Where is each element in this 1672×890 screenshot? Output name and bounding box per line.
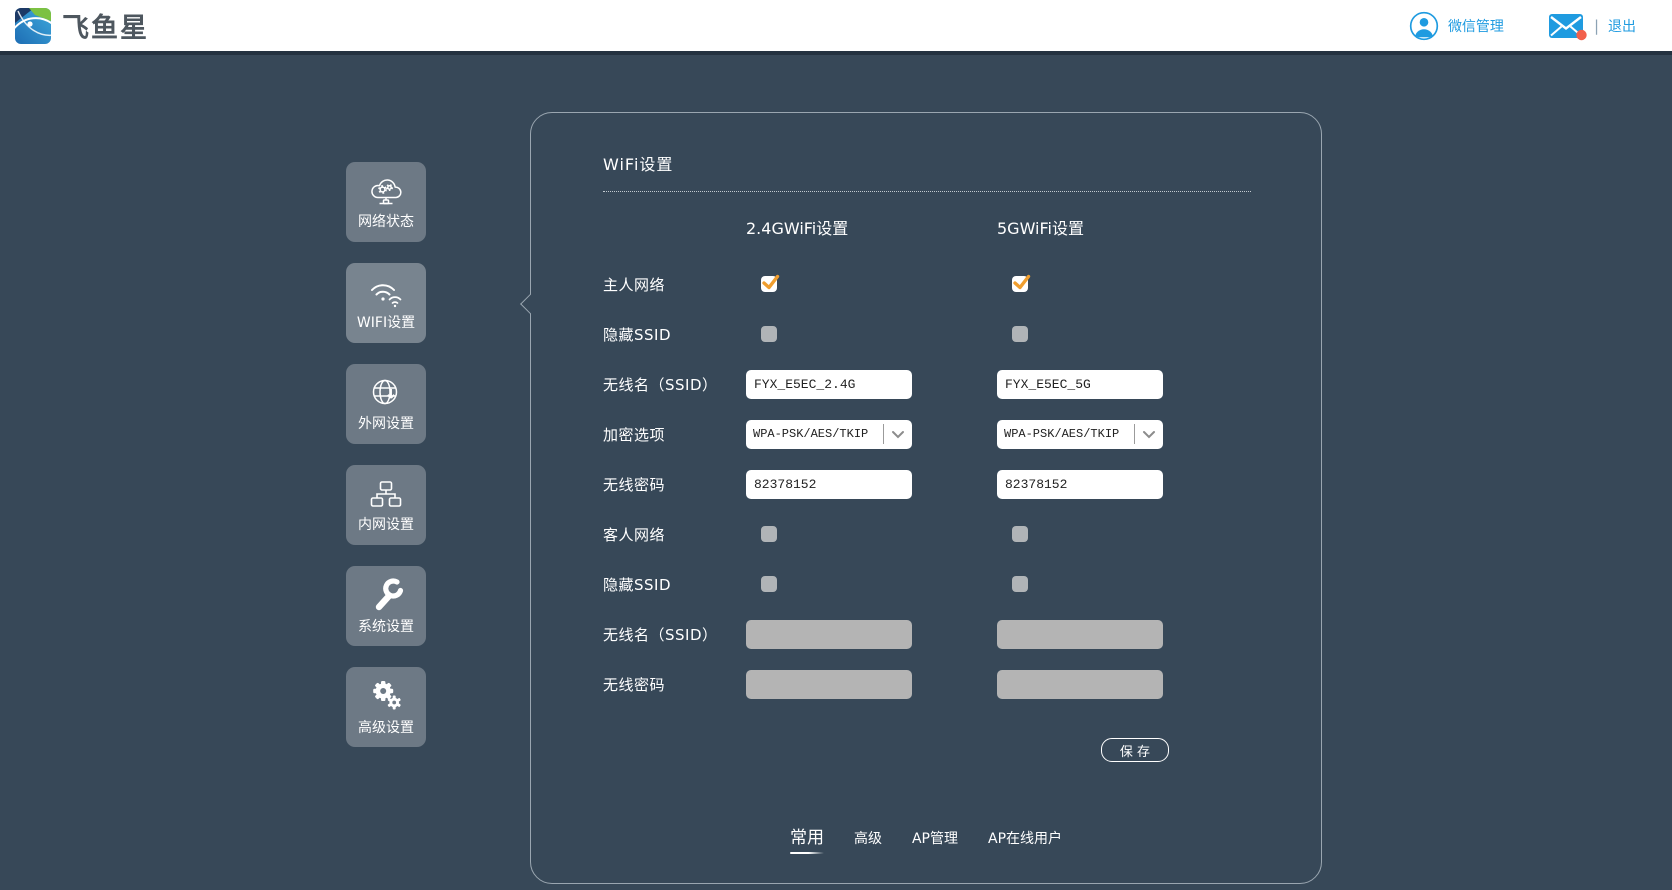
- brand: 飞鱼星: [14, 6, 149, 45]
- notification-dot: [1576, 29, 1586, 39]
- sidebar-item-network-status[interactable]: 网络状态: [346, 162, 426, 242]
- brand-logo-icon: [14, 7, 52, 45]
- sidebar-item-label: WIFI设置: [357, 312, 415, 332]
- column-header-2g: 2.4GWiFi设置: [746, 215, 997, 239]
- sidebar-item-label: 内网设置: [358, 514, 414, 534]
- hide-ssid-checkbox-2g[interactable]: [761, 326, 777, 342]
- field-label: 主人网络: [603, 274, 746, 295]
- wifi-icon: [366, 275, 406, 309]
- field-label: 客人网络: [603, 524, 746, 545]
- guest-ssid-input-5g: [997, 620, 1163, 649]
- ssid-input-2g[interactable]: [746, 370, 912, 399]
- topology-icon: [366, 477, 406, 511]
- wechat-manage-label: 微信管理: [1448, 16, 1504, 36]
- ssid-input-5g[interactable]: [997, 370, 1163, 399]
- tab-ap-manage[interactable]: AP管理: [912, 828, 958, 848]
- field-label: 无线名（SSID）: [603, 374, 746, 395]
- account-area: 微信管理 | 退出: [1409, 0, 1636, 51]
- sidebar-item-wifi-settings[interactable]: WIFI设置: [346, 263, 426, 343]
- field-label: 无线密码: [603, 674, 746, 695]
- globe-arrow-icon: [366, 376, 406, 410]
- master-network-checkbox-5g[interactable]: [1012, 276, 1028, 292]
- message-button[interactable]: [1548, 11, 1588, 41]
- user-avatar-icon: [1409, 11, 1439, 41]
- wifi-settings-panel: WiFi设置 2.4GWiFi设置 5GWiFi设置 主人网络 隐藏SSID 无…: [530, 112, 1322, 884]
- sidebar: 网络状态 WIFI设置 外网设置 内网设置: [346, 162, 426, 747]
- encryption-value-2g: WPA-PSK/AES/TKIP: [746, 427, 883, 441]
- gears-icon: [366, 678, 406, 714]
- sidebar-item-system-settings[interactable]: 系统设置: [346, 566, 426, 646]
- guest-password-input-2g: [746, 670, 912, 699]
- sidebar-item-label: 外网设置: [358, 413, 414, 433]
- hide-ssid-checkbox-5g[interactable]: [1012, 326, 1028, 342]
- guest-ssid-input-2g: [746, 620, 912, 649]
- guest-password-input-5g: [997, 670, 1163, 699]
- header-separator: |: [1594, 17, 1599, 35]
- sidebar-item-label: 系统设置: [358, 616, 414, 636]
- dashed-divider: [603, 191, 1251, 192]
- save-button[interactable]: 保 存: [1101, 738, 1169, 762]
- wifi-form: 主人网络 隐藏SSID 无线名（SSID） 加密选项 WPA-PSK/AES/T…: [603, 259, 1257, 709]
- logout-button[interactable]: 退出: [1608, 16, 1636, 36]
- sidebar-item-label: 高级设置: [358, 717, 414, 737]
- sidebar-item-wan-settings[interactable]: 外网设置: [346, 364, 426, 444]
- tab-common[interactable]: 常用: [790, 823, 824, 854]
- mail-notification-icon: [1548, 11, 1588, 41]
- sidebar-item-advanced-settings[interactable]: 高级设置: [346, 667, 426, 747]
- panel-pointer: [520, 294, 540, 314]
- chevron-down-icon: [884, 430, 912, 439]
- header-bar: 飞鱼星 微信管理 | 退出: [0, 0, 1672, 51]
- password-input-2g[interactable]: [746, 470, 912, 499]
- sidebar-item-lan-settings[interactable]: 内网设置: [346, 465, 426, 545]
- guest-network-checkbox-2g[interactable]: [761, 526, 777, 542]
- encryption-select-2g[interactable]: WPA-PSK/AES/TKIP: [746, 420, 912, 449]
- field-label: 隐藏SSID: [603, 574, 746, 595]
- bottom-tabs: 常用 高级 AP管理 AP在线用户: [531, 823, 1321, 854]
- field-label: 隐藏SSID: [603, 324, 746, 345]
- encryption-value-5g: WPA-PSK/AES/TKIP: [997, 427, 1134, 441]
- wechat-manage-link[interactable]: 微信管理: [1409, 11, 1504, 41]
- column-headers: 2.4GWiFi设置 5GWiFi设置: [603, 215, 1257, 239]
- column-header-5g: 5GWiFi设置: [997, 215, 1257, 239]
- chevron-down-icon: [1135, 430, 1163, 439]
- wrench-icon: [366, 577, 406, 613]
- field-label: 加密选项: [603, 424, 746, 445]
- guest-network-checkbox-5g[interactable]: [1012, 526, 1028, 542]
- brand-name: 飞鱼星: [62, 6, 149, 45]
- page-title: WiFi设置: [603, 151, 673, 175]
- guest-hide-ssid-checkbox-5g[interactable]: [1012, 576, 1028, 592]
- header-divider: [0, 51, 1672, 55]
- field-label: 无线密码: [603, 474, 746, 495]
- master-network-checkbox-2g[interactable]: [761, 276, 777, 292]
- password-input-5g[interactable]: [997, 470, 1163, 499]
- field-label: 无线名（SSID）: [603, 624, 746, 645]
- tab-ap-online-users[interactable]: AP在线用户: [988, 828, 1062, 848]
- guest-hide-ssid-checkbox-2g[interactable]: [761, 576, 777, 592]
- sidebar-item-label: 网络状态: [358, 211, 414, 231]
- cloud-gears-icon: [366, 174, 406, 208]
- encryption-select-5g[interactable]: WPA-PSK/AES/TKIP: [997, 420, 1163, 449]
- tab-advanced[interactable]: 高级: [854, 828, 882, 848]
